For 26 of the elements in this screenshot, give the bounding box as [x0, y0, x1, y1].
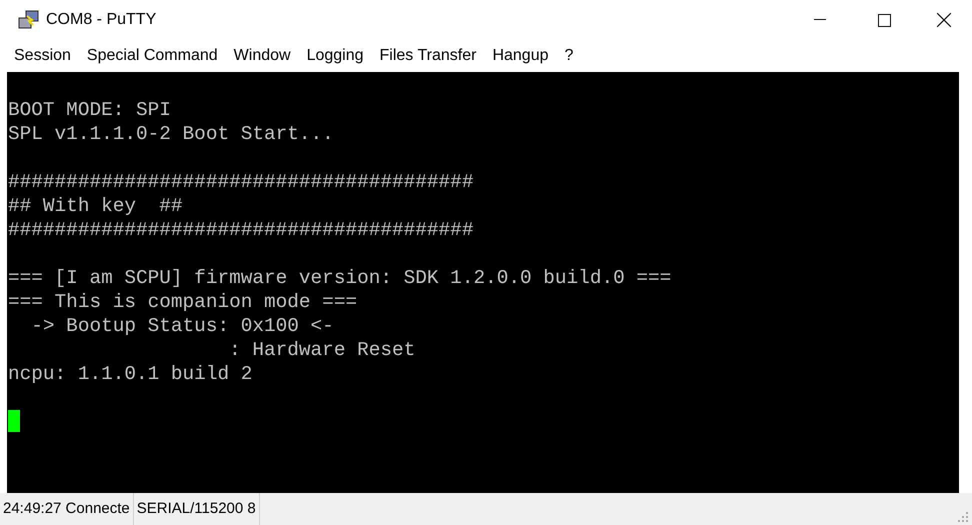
resize-grip-icon [958, 512, 968, 522]
terminal-line: ncpu: 1.1.0.1 build 2 [8, 362, 252, 386]
maximize-icon [878, 14, 890, 26]
status-cell: SERIAL/115200 8 [134, 493, 260, 525]
menu-item[interactable]: ? [564, 44, 574, 68]
terminal-line: === [I am SCPU] firmware version: SDK 1.2.0.0 build.0 === [8, 266, 672, 290]
close-icon [937, 13, 951, 27]
terminal-line: SPL v1.1.1.0-2 Boot Start... [8, 122, 334, 146]
menu-item[interactable]: Hangup [492, 44, 548, 68]
menu-item[interactable]: Special Command [86, 44, 218, 68]
text-cursor [8, 410, 20, 432]
terminal-line: ######################################## [8, 170, 474, 194]
menu-item[interactable]: Logging [306, 44, 364, 68]
terminal-line: ## With key ## [8, 194, 183, 218]
terminal-line: : Hardware Reset [228, 338, 416, 362]
terminal-line: === This is companion mode === [8, 290, 358, 314]
minimize-icon [814, 19, 826, 21]
computer-icon [18, 10, 40, 30]
menu-item[interactable]: Window [234, 44, 291, 68]
status-cell: 24:49:27 Connecte [0, 493, 134, 525]
terminal-line: ######################################## [8, 218, 474, 242]
terminal-line: -> Bootup Status: 0x100 <- [30, 314, 334, 338]
menu-item[interactable]: Session [14, 44, 71, 68]
terminal-line: BOOT MODE: SPI [8, 98, 171, 122]
window-title: COM8 - PuTTY [46, 10, 156, 30]
menu-item[interactable]: Files Transfer [380, 44, 476, 68]
